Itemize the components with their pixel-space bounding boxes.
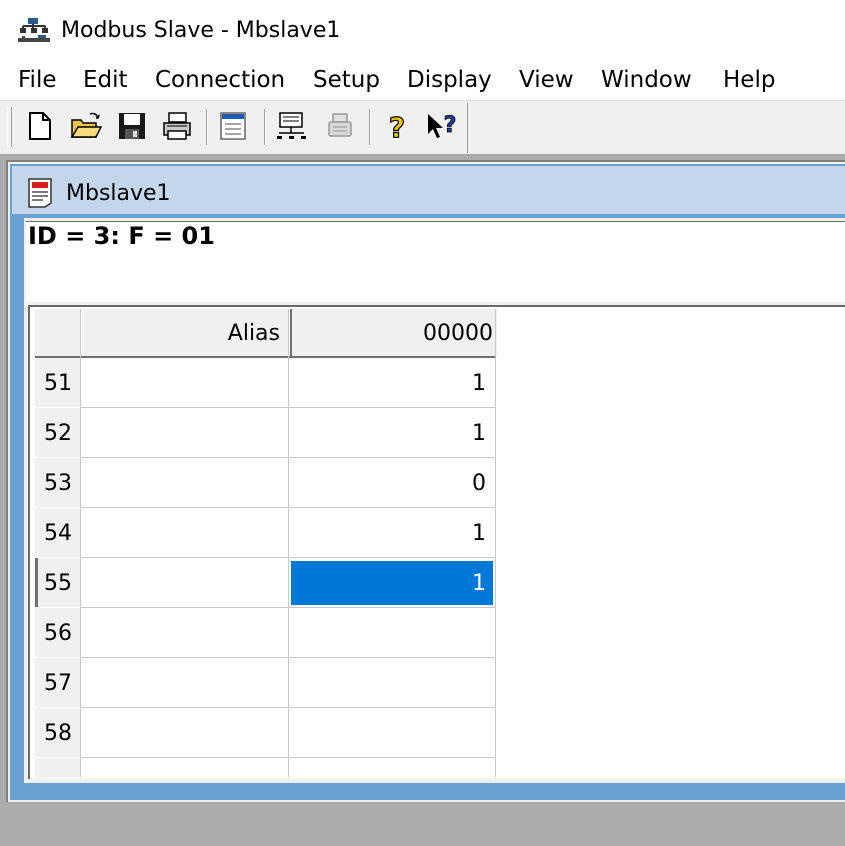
row-header-partial	[35, 758, 80, 777]
menu-window[interactable]: Window	[601, 67, 692, 93]
address-header-label: 00000	[423, 321, 493, 346]
doc-icon	[28, 178, 52, 208]
address-column-header[interactable]: 00000	[290, 309, 497, 356]
row-number: 56	[44, 621, 72, 646]
svg-text:?: ?	[389, 111, 405, 142]
alias-column-header[interactable]: Alias	[82, 309, 288, 356]
toolbar-grip[interactable]	[7, 107, 12, 147]
menu-edit[interactable]: Edit	[83, 67, 128, 93]
toolbar-end-divider	[467, 103, 468, 153]
disconnect-icon[interactable]	[324, 110, 356, 142]
grid-line	[80, 309, 81, 777]
menu-bar: File Edit Connection Setup Display View …	[0, 64, 845, 100]
slave-id-function-label: ID = 3: F = 01	[28, 222, 215, 250]
row-number: 53	[44, 471, 72, 496]
alias-cell[interactable]	[82, 708, 288, 757]
register-value: 1	[472, 421, 486, 446]
print-icon[interactable]	[161, 110, 193, 142]
register-value: 1	[472, 521, 486, 546]
alias-cell[interactable]	[82, 458, 288, 507]
register-value: 1	[472, 371, 486, 396]
alias-cell[interactable]	[82, 558, 288, 607]
toolbar-separator	[369, 109, 371, 145]
help-icon[interactable]: ?	[381, 110, 413, 142]
grid-line	[495, 309, 496, 777]
alias-cell[interactable]	[82, 358, 288, 407]
svg-text:?: ?	[444, 113, 457, 138]
new-document-icon[interactable]	[24, 110, 56, 142]
toolbar: ? ?	[0, 100, 845, 155]
toolbar-separator	[206, 109, 208, 145]
menu-setup[interactable]: Setup	[313, 67, 380, 93]
toolbar-separator	[264, 109, 266, 145]
row-number: 54	[44, 521, 72, 546]
save-disk-icon[interactable]	[116, 110, 148, 142]
context-help-icon[interactable]: ?	[426, 110, 458, 142]
menu-display[interactable]: Display	[407, 67, 492, 93]
alias-cell[interactable]	[82, 608, 288, 657]
menu-view[interactable]: View	[519, 67, 574, 93]
window-icon[interactable]	[217, 110, 249, 142]
menu-connection[interactable]: Connection	[155, 67, 285, 93]
grid-corner-cell[interactable]	[35, 309, 80, 356]
register-value: 0	[472, 471, 486, 496]
value-cell[interactable]	[290, 708, 495, 757]
window-title: Modbus Slave - Mbslave1	[61, 18, 341, 43]
row-number: 52	[44, 421, 72, 446]
open-folder-icon[interactable]	[70, 110, 102, 142]
alias-cell[interactable]	[82, 408, 288, 457]
menu-help[interactable]: Help	[723, 67, 775, 93]
row-number: 55	[44, 571, 72, 596]
modbus-network-icon	[18, 18, 50, 42]
alias-header-label: Alias	[227, 321, 280, 346]
value-cell[interactable]	[290, 608, 495, 657]
alias-cell[interactable]	[82, 658, 288, 707]
title-bar[interactable]: Modbus Slave - Mbslave1	[0, 0, 845, 64]
child-window-title: Mbslave1	[66, 181, 171, 206]
connect-icon[interactable]	[276, 110, 308, 142]
value-cell[interactable]	[290, 658, 495, 707]
register-value: 1	[472, 571, 486, 596]
alias-cell[interactable]	[82, 508, 288, 557]
row-number: 58	[44, 721, 72, 746]
menu-file[interactable]: File	[18, 67, 57, 93]
grid-line	[288, 309, 289, 777]
row-number: 51	[44, 371, 72, 396]
row-number: 57	[44, 671, 72, 696]
